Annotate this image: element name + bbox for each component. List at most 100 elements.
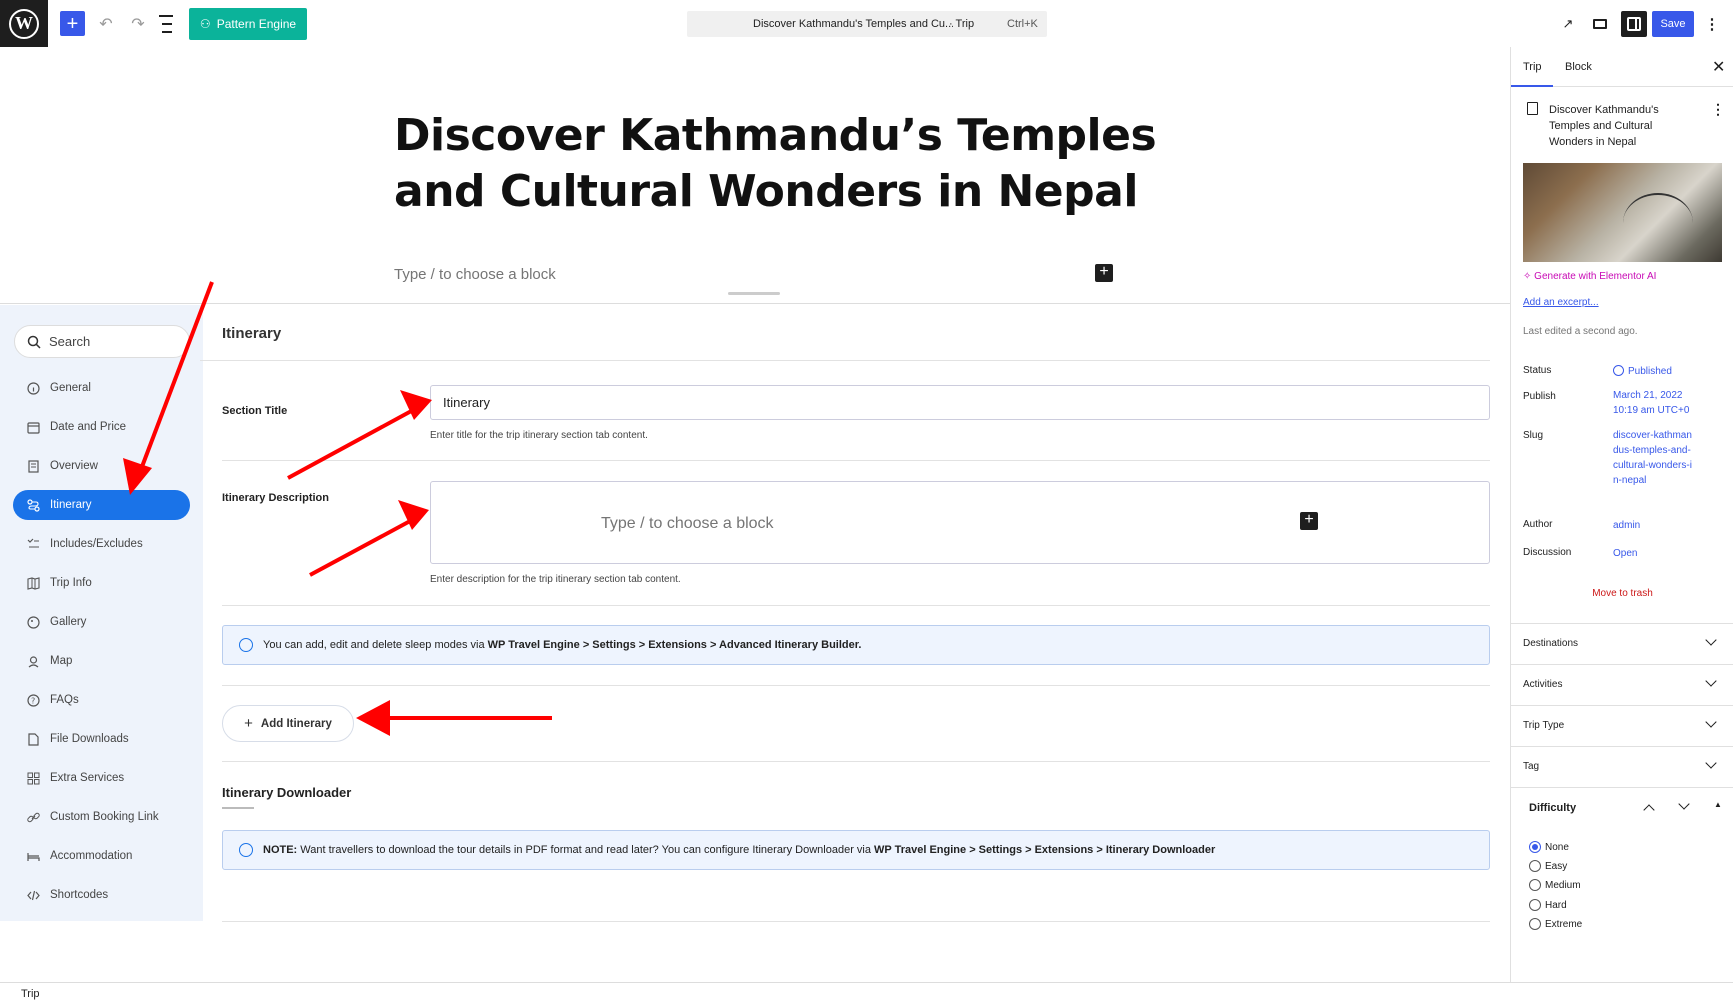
preview-button[interactable] (1589, 11, 1611, 37)
author-value[interactable]: admin (1613, 518, 1703, 533)
status-value[interactable]: Published (1613, 364, 1703, 379)
panel-trip-type[interactable]: Trip Type (1511, 705, 1733, 746)
nav-item-overview[interactable]: Overview (13, 451, 190, 481)
generate-ai-link[interactable]: ✧ Generate with Elementor AI (1523, 271, 1656, 282)
nav-item-gallery[interactable]: Gallery (13, 607, 190, 637)
add-itinerary-button[interactable]: + Add Itinerary (222, 705, 354, 742)
tab-block[interactable]: Block (1565, 61, 1592, 73)
document-overview-button[interactable] (159, 11, 181, 37)
nav-item-faqs[interactable]: ? FAQs (13, 685, 190, 715)
collapse-icon[interactable]: ▲ (1714, 800, 1722, 809)
description-inserter-plus-icon[interactable]: + (1300, 512, 1318, 530)
nav-item-date-and-price[interactable]: Date and Price (13, 412, 190, 442)
option-label: Medium (1545, 879, 1581, 891)
notice-text: You can add, edit and delete sleep modes… (263, 639, 861, 651)
option-label: Hard (1545, 899, 1567, 911)
tab-trip[interactable]: Trip (1523, 61, 1542, 73)
divider (222, 460, 1490, 461)
publish-label: Publish (1523, 391, 1556, 402)
nav-item-shortcodes[interactable]: Shortcodes (13, 880, 190, 910)
nav-label: Includes/Excludes (50, 538, 143, 550)
nav-item-itinerary[interactable]: Itinerary (13, 490, 190, 520)
author-label: Author (1523, 519, 1553, 530)
sidebar-icon (1627, 17, 1641, 31)
nav-item-general[interactable]: General (13, 373, 190, 403)
trip-settings-nav: Search General Date and Price Overview I… (0, 305, 203, 921)
add-itinerary-label: Add Itinerary (260, 717, 332, 730)
difficulty-option-easy[interactable]: Easy (1529, 860, 1567, 872)
chevron-down-icon (1705, 757, 1717, 769)
panel-destinations[interactable]: Destinations (1511, 623, 1733, 664)
nav-label: Shortcodes (50, 889, 109, 901)
featured-image[interactable] (1523, 163, 1722, 262)
save-button[interactable]: Save (1652, 11, 1694, 37)
description-help: Enter description for the trip itinerary… (430, 574, 681, 585)
inline-inserter-plus-icon[interactable]: + (1095, 264, 1113, 282)
desktop-icon (1593, 19, 1607, 29)
move-up-icon[interactable] (1643, 804, 1655, 816)
discussion-value[interactable]: Open (1613, 546, 1703, 561)
panel-label: Activities (1523, 679, 1563, 690)
nav-item-file-downloads[interactable]: File Downloads (13, 724, 190, 754)
nav-item-extra-services[interactable]: Extra Services (13, 763, 190, 793)
move-to-trash-button[interactable]: Move to trash (1511, 588, 1733, 599)
block-inserter-button[interactable]: + (60, 11, 85, 36)
view-post-external-icon[interactable]: ↗ (1558, 11, 1578, 37)
chevron-down-icon (1705, 675, 1717, 687)
generate-ai-label: Generate with Elementor AI (1534, 271, 1657, 282)
shortcut-hint: Ctrl+K (1007, 18, 1038, 30)
difficulty-option-none[interactable]: None (1529, 841, 1569, 853)
itinerary-description-label: Itinerary Description (222, 492, 329, 504)
command-palette-bar[interactable]: Discover Kathmandu's Temples and Cu... ·… (687, 11, 1047, 37)
radio (1529, 899, 1541, 911)
last-edited-text: Last edited a second ago. (1523, 326, 1638, 337)
nav-item-custom-booking-link[interactable]: Custom Booking Link (13, 802, 190, 832)
add-excerpt-link[interactable]: Add an excerpt... (1523, 297, 1599, 308)
search-placeholder: Search (49, 334, 91, 349)
options-menu-icon[interactable]: ⋮ (1705, 11, 1720, 37)
post-title[interactable]: Discover Kathmandu’s Temples and Cultura… (394, 108, 1174, 220)
file-icon (26, 732, 40, 746)
difficulty-option-medium[interactable]: Medium (1529, 879, 1581, 891)
metabox-resize-handle[interactable] (728, 292, 780, 295)
settings-sidebar-toggle[interactable] (1621, 11, 1647, 37)
post-actions-icon[interactable]: ⋮ (1711, 101, 1725, 118)
divider (222, 761, 1490, 762)
itinerary-description-editor[interactable]: Type / to choose a block + (430, 481, 1490, 564)
settings-sidebar: Trip Block ✕ Discover Kathmandu's Temple… (1510, 47, 1733, 982)
info-icon (26, 381, 40, 395)
block-breadcrumb[interactable]: Trip (21, 988, 40, 1000)
nav-item-accommodation[interactable]: Accommodation (13, 841, 190, 871)
chevron-down-icon (1705, 716, 1717, 728)
difficulty-option-extreme[interactable]: Extreme (1529, 918, 1582, 930)
nav-label: Itinerary (50, 499, 92, 511)
post-icon (1527, 102, 1538, 115)
radio (1529, 879, 1541, 891)
option-label: None (1545, 841, 1569, 853)
difficulty-option-hard[interactable]: Hard (1529, 899, 1567, 911)
nav-label: Accommodation (50, 850, 133, 862)
map-fold-icon (26, 576, 40, 590)
nav-item-trip-info[interactable]: Trip Info (13, 568, 190, 598)
slug-value[interactable]: discover-kathmandus-temples-and-cultural… (1613, 428, 1695, 488)
publish-value[interactable]: March 21, 2022 10:19 am UTC+0 (1613, 388, 1698, 418)
wordpress-logo[interactable]: W (0, 0, 48, 47)
nav-item-map[interactable]: Map (13, 646, 190, 676)
nav-item-includes-excludes[interactable]: Includes/Excludes (13, 529, 190, 559)
undo-button[interactable]: ↶ (96, 11, 116, 37)
radio (1529, 918, 1541, 930)
redo-button[interactable]: ↷ (128, 11, 148, 37)
note-body: Want travellers to download the tour det… (297, 844, 875, 856)
pattern-engine-button[interactable]: ⚇ Pattern Engine (189, 8, 307, 40)
nav-label: General (50, 382, 91, 394)
close-icon[interactable]: ✕ (1712, 57, 1725, 77)
option-label: Extreme (1545, 918, 1583, 930)
move-down-icon[interactable] (1678, 798, 1690, 810)
nav-search-input[interactable]: Search (14, 325, 190, 358)
section-title-input[interactable]: Itinerary (430, 385, 1490, 420)
panel-difficulty[interactable]: Difficulty ▲ (1511, 787, 1733, 827)
block-placeholder[interactable]: Type / to choose a block (394, 266, 556, 283)
search-icon (27, 335, 41, 349)
panel-activities[interactable]: Activities (1511, 664, 1733, 705)
panel-tag[interactable]: Tag (1511, 746, 1733, 787)
